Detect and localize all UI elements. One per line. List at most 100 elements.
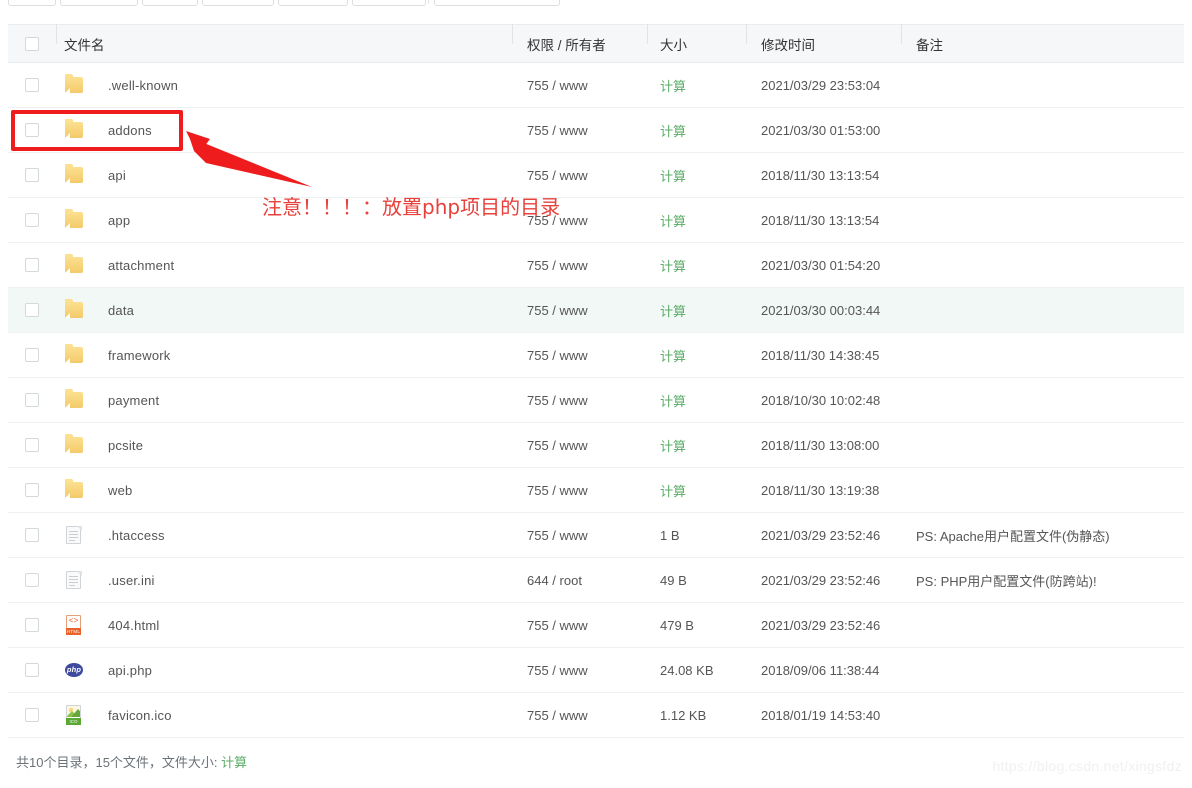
column-header-size[interactable]: 大小 <box>647 34 746 54</box>
size-calc-link[interactable]: 计算 <box>660 259 686 274</box>
row-checkbox[interactable] <box>25 123 39 137</box>
cell-filename[interactable]: api <box>56 164 512 186</box>
size-calc-link[interactable]: 计算 <box>660 439 686 454</box>
filename-label[interactable]: favicon.ico <box>108 708 172 723</box>
table-row[interactable]: phpapi.php755 / www24.08 KB2018/09/06 11… <box>8 648 1184 693</box>
toolbar-button-4[interactable] <box>202 0 274 6</box>
toolbar-button-3[interactable] <box>142 0 198 6</box>
table-row[interactable]: pcsite755 / www计算2018/11/30 13:08:00 <box>8 423 1184 468</box>
column-header-modified[interactable]: 修改时间 <box>746 34 901 54</box>
row-checkbox-cell[interactable] <box>8 573 56 587</box>
cell-filename[interactable]: data <box>56 299 512 321</box>
size-calc-link[interactable]: 计算 <box>660 304 686 319</box>
toolbar-button-2[interactable] <box>60 0 138 6</box>
row-checkbox-cell[interactable] <box>8 708 56 722</box>
row-checkbox-cell[interactable] <box>8 393 56 407</box>
toolbar-button-1[interactable] <box>8 0 56 6</box>
cell-filename[interactable]: .user.ini <box>56 569 512 591</box>
cell-permission-owner[interactable]: 755 / www <box>512 393 647 408</box>
size-calc-link[interactable]: 计算 <box>660 169 686 184</box>
row-checkbox[interactable] <box>25 303 39 317</box>
toolbar-button-6[interactable] <box>352 0 426 6</box>
cell-permission-owner[interactable]: 755 / www <box>512 663 647 678</box>
column-header-note[interactable]: 备注 <box>901 34 1184 54</box>
row-checkbox-cell[interactable] <box>8 123 56 137</box>
filename-label[interactable]: 404.html <box>108 618 159 633</box>
row-checkbox-cell[interactable] <box>8 78 56 92</box>
table-row[interactable]: <>HTML404.html755 / www479 B2021/03/29 2… <box>8 603 1184 648</box>
cell-filename[interactable]: ICOfavicon.ico <box>56 704 512 726</box>
table-row[interactable]: app755 / www计算2018/11/30 13:13:54 <box>8 198 1184 243</box>
cell-filename[interactable]: .htaccess <box>56 524 512 546</box>
size-calc-link[interactable]: 计算 <box>660 79 686 94</box>
row-checkbox-cell[interactable] <box>8 483 56 497</box>
filename-label[interactable]: .htaccess <box>108 528 165 543</box>
cell-filename[interactable]: attachment <box>56 254 512 276</box>
table-row[interactable]: .htaccess755 / www1 B2021/03/29 23:52:46… <box>8 513 1184 558</box>
cell-filename[interactable]: payment <box>56 389 512 411</box>
column-header-filename[interactable]: 文件名 <box>56 34 512 54</box>
cell-filename[interactable]: phpapi.php <box>56 659 512 681</box>
row-checkbox[interactable] <box>25 213 39 227</box>
row-checkbox-cell[interactable] <box>8 168 56 182</box>
table-row[interactable]: framework755 / www计算2018/11/30 14:38:45 <box>8 333 1184 378</box>
filename-label[interactable]: payment <box>108 393 159 408</box>
row-checkbox-cell[interactable] <box>8 213 56 227</box>
toolbar-button-5[interactable] <box>278 0 348 6</box>
row-checkbox[interactable] <box>25 438 39 452</box>
row-checkbox[interactable] <box>25 78 39 92</box>
row-checkbox-cell[interactable] <box>8 528 56 542</box>
row-checkbox-cell[interactable] <box>8 618 56 632</box>
cell-filename[interactable]: web <box>56 479 512 501</box>
cell-permission-owner[interactable]: 755 / www <box>512 78 647 93</box>
row-checkbox-cell[interactable] <box>8 348 56 362</box>
row-checkbox-cell[interactable] <box>8 663 56 677</box>
cell-filename[interactable]: pcsite <box>56 434 512 456</box>
row-checkbox[interactable] <box>25 393 39 407</box>
filename-label[interactable]: api <box>108 168 126 183</box>
cell-permission-owner[interactable]: 755 / www <box>512 258 647 273</box>
filename-label[interactable]: app <box>108 213 130 228</box>
select-all-checkbox[interactable] <box>25 37 39 51</box>
row-checkbox[interactable] <box>25 708 39 722</box>
row-checkbox[interactable] <box>25 168 39 182</box>
cell-permission-owner[interactable]: 755 / www <box>512 123 647 138</box>
select-all-checkbox-cell[interactable] <box>8 37 56 51</box>
table-row[interactable]: ICOfavicon.ico755 / www1.12 KB2018/01/19… <box>8 693 1184 738</box>
row-checkbox-cell[interactable] <box>8 303 56 317</box>
row-checkbox[interactable] <box>25 618 39 632</box>
table-row[interactable]: api755 / www计算2018/11/30 13:13:54 <box>8 153 1184 198</box>
filename-label[interactable]: .well-known <box>108 78 178 93</box>
size-calc-link[interactable]: 计算 <box>660 394 686 409</box>
table-row[interactable]: web755 / www计算2018/11/30 13:19:38 <box>8 468 1184 513</box>
row-checkbox[interactable] <box>25 573 39 587</box>
filename-label[interactable]: web <box>108 483 132 498</box>
cell-filename[interactable]: framework <box>56 344 512 366</box>
cell-permission-owner[interactable]: 755 / www <box>512 708 647 723</box>
row-checkbox-cell[interactable] <box>8 438 56 452</box>
filename-label[interactable]: framework <box>108 348 170 363</box>
row-checkbox-cell[interactable] <box>8 258 56 272</box>
column-header-permission-owner[interactable]: 权限 / 所有者 <box>512 34 647 54</box>
cell-filename[interactable]: <>HTML404.html <box>56 614 512 636</box>
cell-permission-owner[interactable]: 755 / www <box>512 618 647 633</box>
footer-calc-link[interactable]: 计算 <box>221 755 247 770</box>
row-checkbox[interactable] <box>25 348 39 362</box>
filename-label[interactable]: data <box>108 303 134 318</box>
size-calc-link[interactable]: 计算 <box>660 124 686 139</box>
cell-permission-owner[interactable]: 755 / www <box>512 528 647 543</box>
row-checkbox[interactable] <box>25 258 39 272</box>
table-row[interactable]: attachment755 / www计算2021/03/30 01:54:20 <box>8 243 1184 288</box>
filename-label[interactable]: api.php <box>108 663 152 678</box>
row-checkbox[interactable] <box>25 483 39 497</box>
cell-permission-owner[interactable]: 755 / www <box>512 483 647 498</box>
cell-permission-owner[interactable]: 755 / www <box>512 168 647 183</box>
size-calc-link[interactable]: 计算 <box>660 214 686 229</box>
table-row[interactable]: .well-known755 / www计算2021/03/29 23:53:0… <box>8 63 1184 108</box>
size-calc-link[interactable]: 计算 <box>660 484 686 499</box>
table-row[interactable]: payment755 / www计算2018/10/30 10:02:48 <box>8 378 1184 423</box>
filename-label[interactable]: addons <box>108 123 152 138</box>
filename-label[interactable]: .user.ini <box>108 573 155 588</box>
cell-permission-owner[interactable]: 644 / root <box>512 573 647 588</box>
row-checkbox[interactable] <box>25 528 39 542</box>
